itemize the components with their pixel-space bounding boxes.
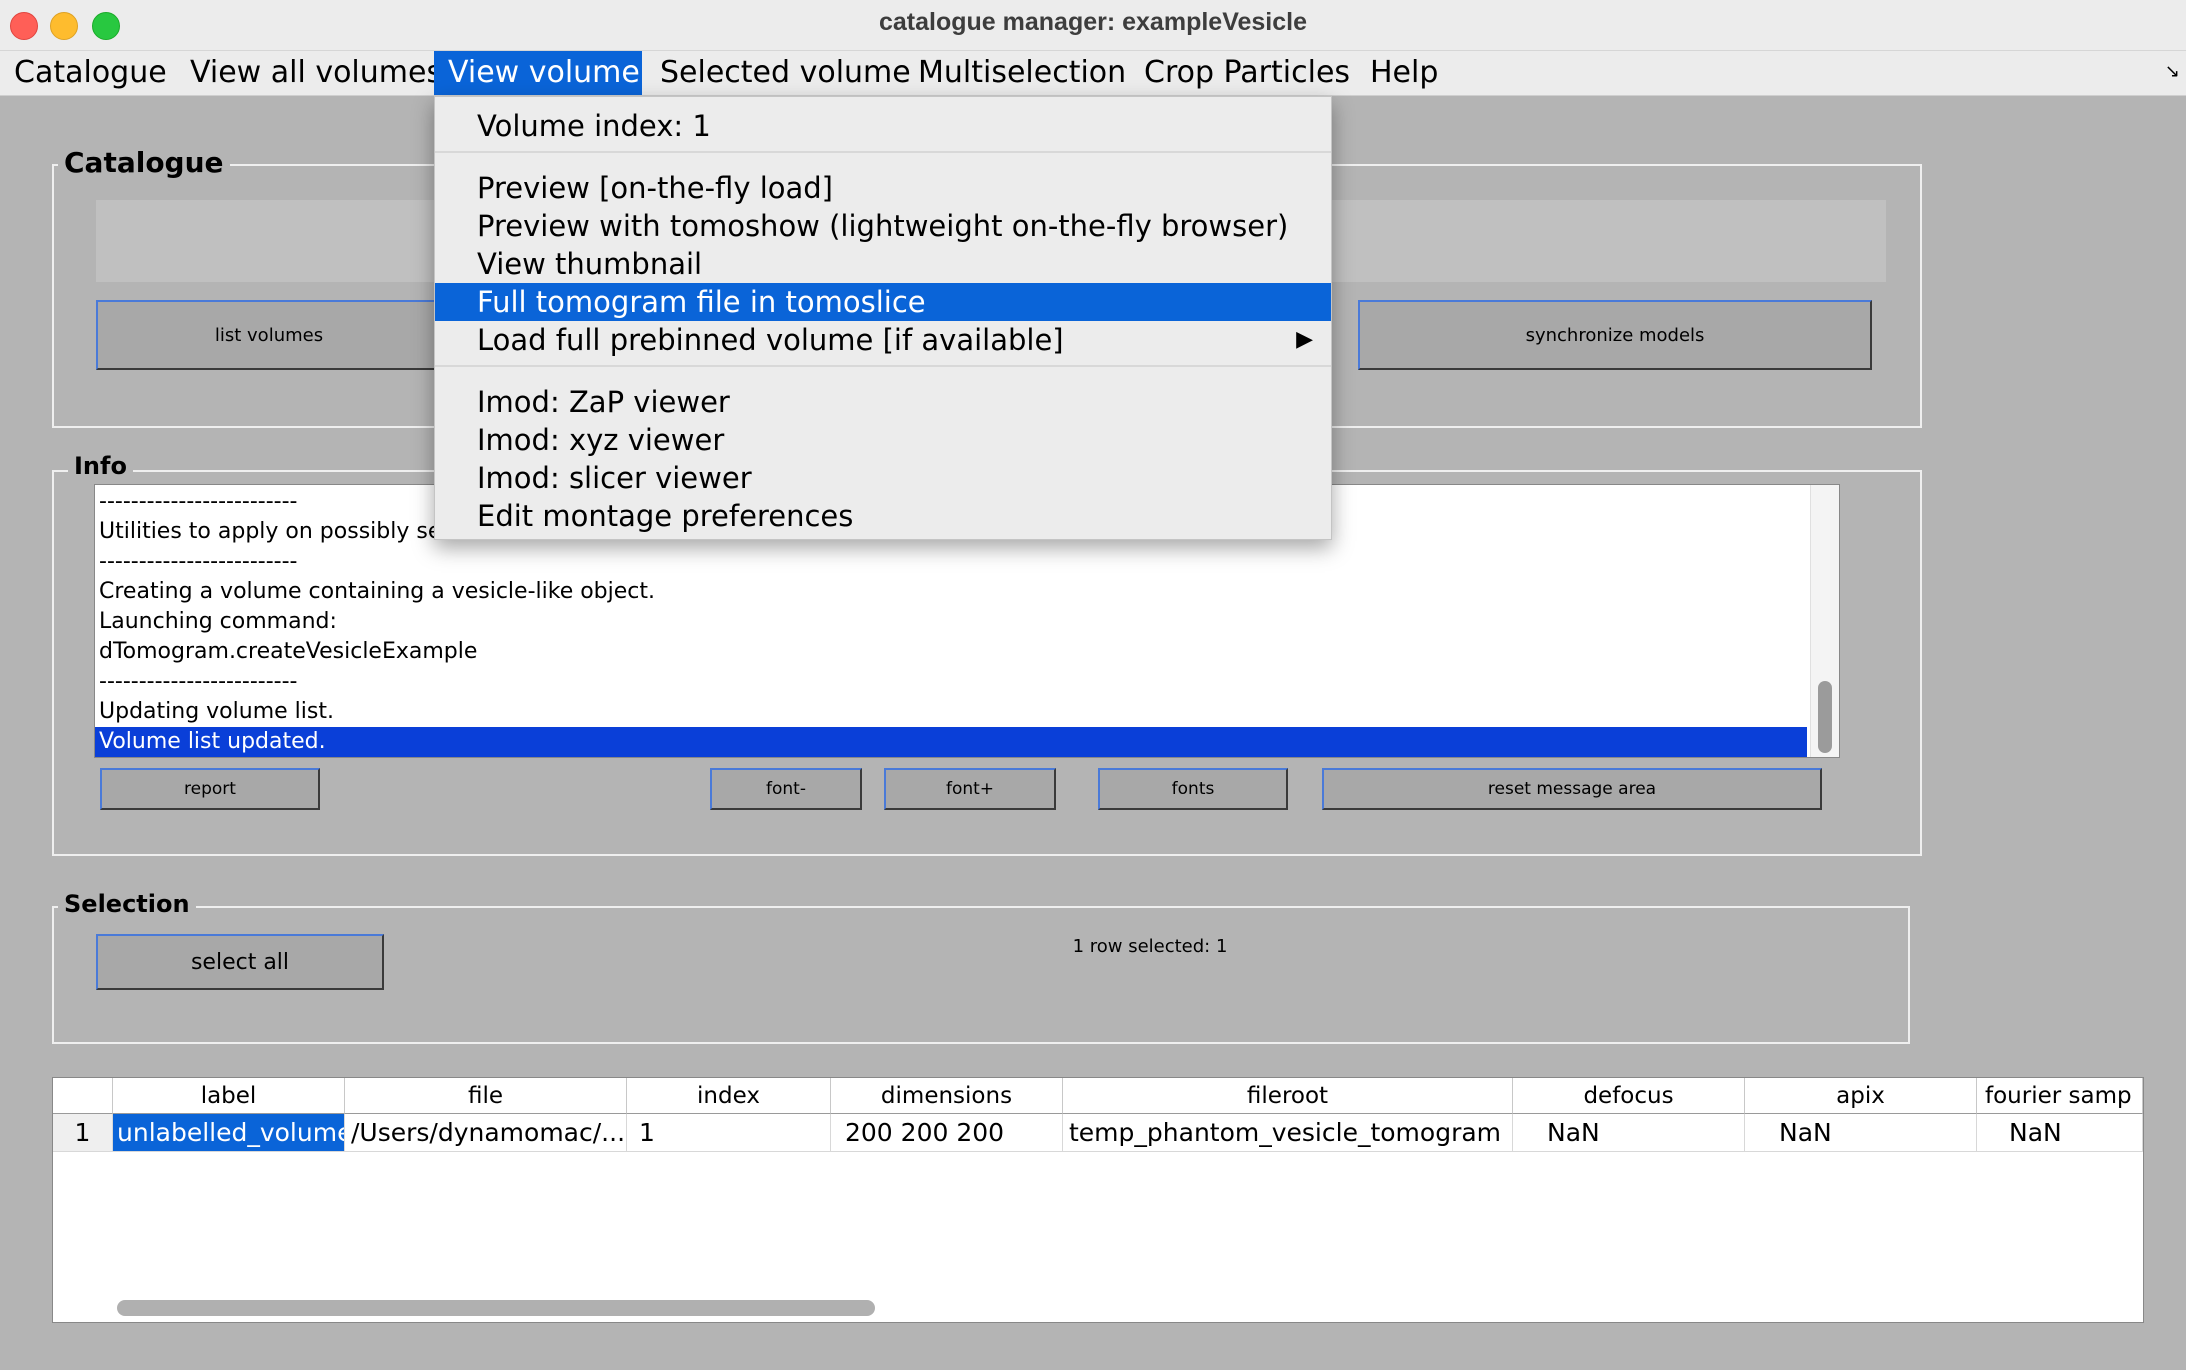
column-header-file[interactable]: file [345, 1078, 627, 1114]
selection-status: 1 row selected: 1 [1072, 936, 1228, 957]
submenu-arrow-icon: ▶ [1296, 327, 1313, 352]
menu-item-preview[interactable]: Preview [on-the-fly load] [435, 169, 1331, 207]
info-line: Updating volume list. [99, 699, 334, 724]
column-header-dimensions[interactable]: dimensions [831, 1078, 1063, 1114]
reset-message-area-button[interactable]: reset message area [1322, 768, 1822, 810]
window-title: catalogue manager: exampleVesicle [879, 8, 1307, 36]
font-plus-button[interactable]: font+ [884, 768, 1056, 810]
title-bar: catalogue manager: exampleVesicle [0, 0, 2186, 51]
cell-label[interactable]: unlabelled_volume [113, 1114, 345, 1152]
select-all-button[interactable]: select all [96, 934, 384, 990]
column-header-fourier-sampling[interactable]: fourier samp [1977, 1078, 2143, 1114]
row-number[interactable]: 1 [53, 1114, 113, 1152]
info-line: ------------------------- [99, 669, 298, 694]
menu-item-imod-xyz[interactable]: Imod: xyz viewer [435, 421, 1331, 459]
column-header-fileroot[interactable]: fileroot [1063, 1078, 1513, 1114]
list-volumes-button[interactable]: list volumes [96, 300, 442, 370]
menu-item-load-prebinned[interactable]: Load full prebinned volume [if available… [435, 321, 1331, 359]
info-panel-title: Info [68, 452, 133, 480]
report-button[interactable]: report [100, 768, 320, 810]
scrollbar-thumb[interactable] [1818, 681, 1832, 753]
menu-view-volume[interactable]: View volume [434, 51, 642, 95]
menu-item-imod-slicer[interactable]: Imod: slicer viewer [435, 459, 1331, 497]
column-header-defocus[interactable]: defocus [1513, 1078, 1745, 1114]
menu-item-imod-zap[interactable]: Imod: ZaP viewer [435, 383, 1331, 421]
menu-crop-particles[interactable]: Crop Particles [1130, 51, 1364, 95]
menu-selected-volume[interactable]: Selected volume [646, 51, 925, 95]
column-header-index[interactable]: index [627, 1078, 831, 1114]
cell-fileroot[interactable]: temp_phantom_vesicle_tomogram [1063, 1114, 1513, 1152]
cell-apix[interactable]: NaN [1745, 1114, 1977, 1152]
menu-help[interactable]: Help [1356, 51, 1452, 95]
menu-item-full-tomogram-tomoslice[interactable]: Full tomogram file in tomoslice [435, 283, 1331, 321]
fonts-button[interactable]: fonts [1098, 768, 1288, 810]
menu-multiselection[interactable]: Multiselection [904, 51, 1140, 95]
menu-view-all-volumes[interactable]: View all volumes [176, 51, 456, 95]
cell-index[interactable]: 1 [627, 1114, 831, 1152]
font-minus-button[interactable]: font- [710, 768, 862, 810]
info-line: Creating a volume containing a vesicle-l… [99, 579, 656, 604]
menu-separator [435, 365, 1331, 367]
column-header-apix[interactable]: apix [1745, 1078, 1977, 1114]
info-line-selected: Volume list updated. [95, 727, 1807, 757]
catalogue-panel-title: Catalogue [58, 146, 230, 179]
volume-table[interactable]: label file index dimensions fileroot def… [52, 1077, 2144, 1323]
info-line: dTomogram.createVesicleExample [99, 639, 478, 664]
cell-file[interactable]: /Users/dynamomac/... [345, 1114, 627, 1152]
row-header-corner [53, 1078, 113, 1114]
menu-item-view-thumbnail[interactable]: View thumbnail [435, 245, 1331, 283]
menu-bar: Catalogue View all volumes View volume S… [0, 51, 2186, 96]
view-volume-dropdown: Volume index: 1 Preview [on-the-fly load… [434, 96, 1332, 540]
cell-fourier-sampling[interactable]: NaN [1977, 1114, 2143, 1152]
cell-dimensions[interactable]: 200 200 200 [831, 1114, 1063, 1152]
menu-catalogue[interactable]: Catalogue [0, 51, 181, 95]
menu-item-preview-tomoshow[interactable]: Preview with tomoshow (lightweight on-th… [435, 207, 1331, 245]
info-line: Launching command: [99, 609, 337, 634]
selection-panel-title: Selection [58, 890, 196, 918]
table-horizontal-scrollbar[interactable] [117, 1300, 875, 1316]
column-header-label[interactable]: label [113, 1078, 345, 1114]
menu-separator [435, 151, 1331, 153]
info-line: ------------------------- [99, 549, 298, 574]
menu-item-load-prebinned-label: Load full prebinned volume [if available… [477, 323, 1064, 357]
info-vertical-scrollbar[interactable] [1810, 485, 1839, 757]
volume-index-label: Volume index: 1 [477, 109, 711, 143]
resize-corner-icon: ↘ [2164, 61, 2180, 82]
cell-defocus[interactable]: NaN [1513, 1114, 1745, 1152]
menu-item-edit-montage-preferences[interactable]: Edit montage preferences [435, 497, 1331, 535]
info-line: ------------------------- [99, 489, 298, 514]
synchronize-models-button[interactable]: synchronize models [1358, 300, 1872, 370]
